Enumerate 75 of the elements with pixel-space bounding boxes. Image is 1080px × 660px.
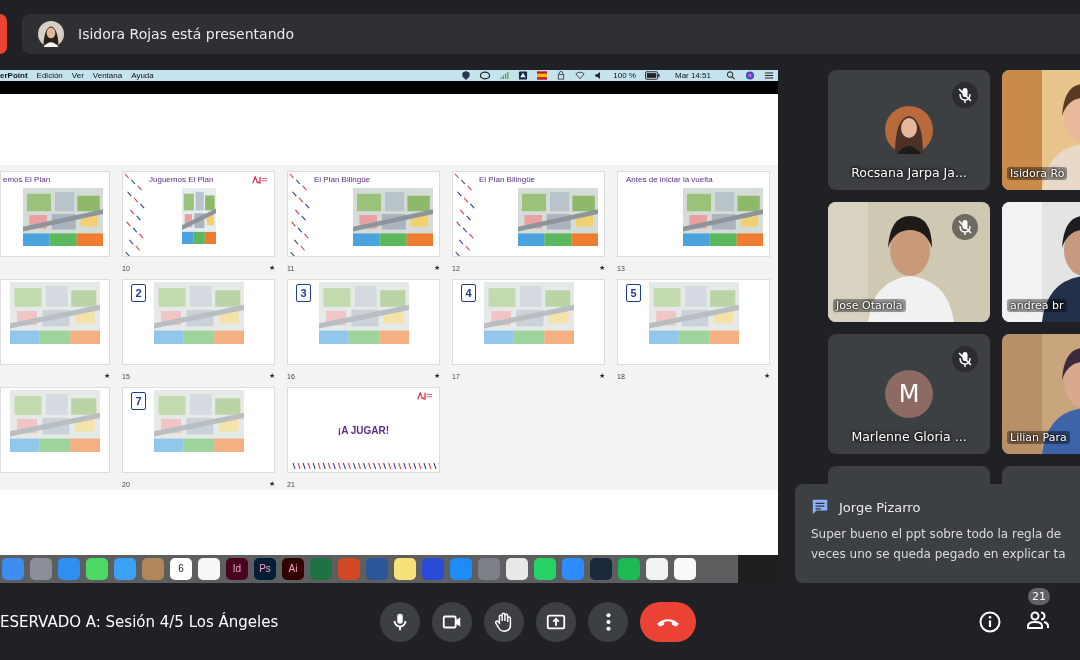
list-icon[interactable]	[764, 71, 774, 80]
app-icon[interactable]	[198, 558, 220, 580]
battery-percent: 100 %	[613, 70, 636, 81]
info-icon[interactable]	[978, 609, 1002, 634]
leave-call-button[interactable]	[640, 601, 696, 642]
app-icon[interactable]	[86, 558, 108, 580]
slide-thumbnail[interactable]	[0, 279, 110, 365]
logo-icon	[417, 392, 433, 400]
signal-icon	[499, 71, 510, 80]
slide-thumbnail[interactable]: El Plan Bilingüe	[287, 171, 440, 257]
slide-thumbnail[interactable]: Antes de iniciar la vuelta	[617, 171, 770, 257]
lock-icon	[556, 71, 567, 80]
app-icon[interactable]	[646, 558, 668, 580]
participant-name: Rocsana Jarpa Ja...	[850, 165, 968, 180]
cloud-icon	[480, 71, 491, 80]
slide-title: ¡A JUGAR!	[337, 424, 390, 436]
chat-message-line: veces uno se queda pegado en explicar ta	[811, 546, 1067, 563]
menu-item[interactable]: erPoint	[0, 70, 28, 81]
slide-thumbnail[interactable]: Juguemos El Plan	[122, 171, 275, 257]
phone-icon	[657, 616, 679, 627]
slide-thumbnail[interactable]	[0, 387, 110, 473]
chat-message-line: Super bueno el ppt sobre todo la regla de	[811, 526, 1063, 543]
slide-thumbnail[interactable]: 5	[617, 279, 770, 365]
meeting-title: ESERVADO A: Sesión 4/5 Los Ángeles	[0, 613, 279, 631]
participant-name: Marlenne Gloria ...	[850, 429, 968, 444]
app-icon[interactable]	[674, 558, 696, 580]
presenter-text: Isidora Rojas está presentando	[78, 26, 294, 42]
more-options-button[interactable]	[588, 601, 628, 642]
step-badge: 5	[626, 284, 641, 302]
menu-item[interactable]: Ayuda	[131, 70, 154, 81]
more-icon	[605, 612, 611, 631]
logo-icon	[252, 176, 268, 184]
menu-bar-clock: Mar 14:51	[674, 70, 711, 81]
slide-thumbnail[interactable]: ¡A JUGAR!	[287, 387, 440, 473]
app-icon[interactable]: Ai	[282, 558, 304, 580]
menu-item[interactable]: Ventana	[92, 70, 123, 81]
slide-title: emos El Plan	[2, 174, 51, 184]
slide-thumbnail[interactable]: 2	[122, 279, 275, 365]
presenting-indicator	[0, 14, 7, 54]
app-icon[interactable]	[618, 558, 640, 580]
chat-sender: Jorge Pizarro	[839, 499, 921, 515]
siri-icon[interactable]	[745, 71, 755, 80]
slide-thumbnail[interactable]: 3	[287, 279, 440, 365]
battery-icon	[644, 71, 660, 80]
wifi-icon	[575, 71, 586, 80]
step-badge: 3	[296, 284, 311, 302]
avatar: M	[885, 370, 933, 418]
slide-thumbnail[interactable]: El Plan Bilingüe	[452, 171, 605, 257]
raise-hand-button[interactable]	[484, 601, 524, 642]
menu-item[interactable]: Ver	[71, 70, 84, 81]
participant-count: 21	[1028, 587, 1050, 605]
step-badge: 4	[461, 284, 476, 302]
slide-title: El Plan Bilingüe	[313, 174, 371, 184]
menu-item[interactable]: Edición	[36, 70, 63, 81]
step-badge: 7	[131, 392, 146, 410]
app-icon[interactable]: Ps	[254, 558, 276, 580]
slide-thumbnail[interactable]: 4	[452, 279, 605, 365]
box-icon	[518, 71, 529, 80]
slide-title: Antes de iniciar la vuelta	[625, 174, 713, 184]
step-badge: 2	[131, 284, 146, 302]
slide-title: Juguemos El Plan	[148, 174, 214, 184]
app-icon[interactable]	[534, 558, 556, 580]
search-icon[interactable]	[726, 71, 736, 80]
app-icon[interactable]	[506, 558, 528, 580]
flag-icon	[537, 71, 548, 80]
camera-button[interactable]	[432, 601, 472, 642]
slide-title: El Plan Bilingüe	[478, 174, 536, 184]
slide-thumbnail[interactable]: 7	[122, 387, 275, 473]
chat-icon	[811, 498, 829, 516]
present-button[interactable]	[536, 601, 576, 642]
slide-thumbnail[interactable]: emos El Plan	[0, 171, 110, 257]
app-icon[interactable]	[394, 558, 416, 580]
microphone-button[interactable]	[380, 601, 420, 642]
app-icon[interactable]: Id	[226, 558, 248, 580]
app-icon[interactable]: 6	[170, 558, 192, 580]
